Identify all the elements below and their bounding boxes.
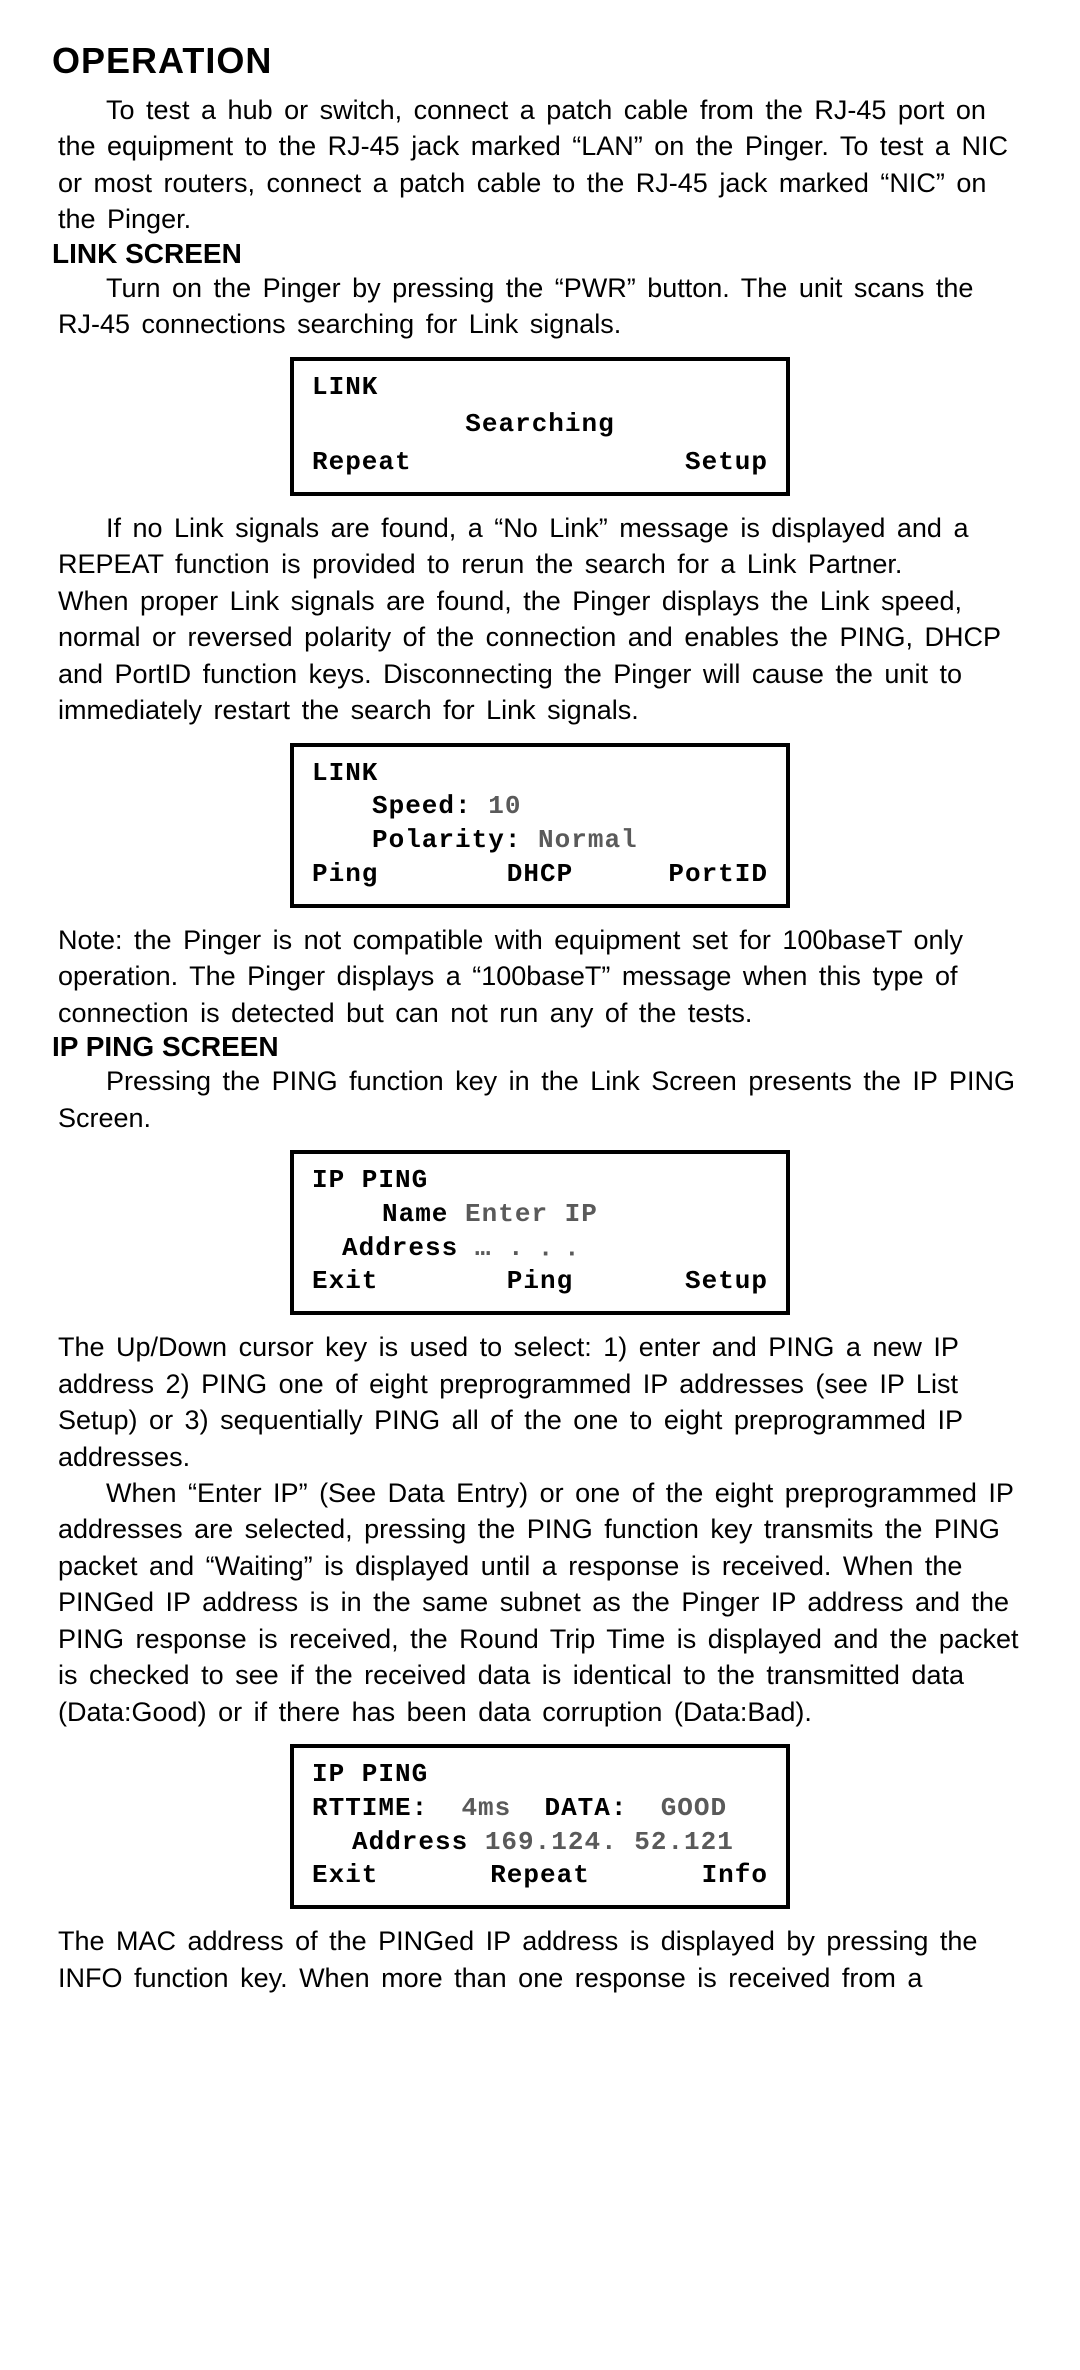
speed-value: 10	[488, 791, 521, 821]
ip-ping-entry-screen: IP PING Name Enter IP Address … . ․ ․ Ex…	[290, 1150, 790, 1315]
link-status-screen: LINK Speed: 10 Polarity: Normal Ping DHC…	[290, 743, 790, 908]
screen-title: IP PING	[312, 1758, 768, 1792]
dhcp-softkey[interactable]: DHCP	[464, 858, 616, 892]
setup-softkey[interactable]: Setup	[616, 1265, 768, 1299]
link-found-text: When proper Link signals are found, the …	[58, 583, 1022, 729]
screen-title: IP PING	[312, 1164, 768, 1198]
cursor-key-text: The Up/Down cursor key is used to select…	[58, 1329, 1022, 1475]
ping-softkey[interactable]: Ping	[464, 1265, 616, 1299]
link-screen-text: Turn on the Pinger by pressing the “PWR”…	[58, 270, 1022, 343]
enter-ip-text: When “Enter IP” (See Data Entry) or one …	[58, 1475, 1022, 1730]
link-screen-heading: LINK SCREEN	[52, 238, 1022, 270]
link-searching-screen: LINK Searching Repeat Setup	[290, 357, 790, 496]
no-link-text: If no Link signals are found, a “No Link…	[58, 510, 1022, 583]
data-value: GOOD	[661, 1793, 727, 1823]
ip-ping-result-screen: IP PING RTTIME: 4ms DATA: GOOD Address 1…	[290, 1744, 790, 1909]
ip-ping-intro: Pressing the PING function key in the Li…	[58, 1063, 1022, 1136]
screen-title: LINK	[312, 757, 768, 791]
name-value: Enter IP	[465, 1199, 598, 1229]
address-label: Address	[352, 1827, 468, 1857]
name-label: Name	[382, 1199, 448, 1229]
address-label: Address	[342, 1233, 458, 1263]
address-value: … . ․ ․	[475, 1233, 577, 1263]
exit-softkey[interactable]: Exit	[312, 1265, 464, 1299]
operation-intro: To test a hub or switch, connect a patch…	[58, 92, 1022, 238]
info-softkey[interactable]: Info	[616, 1859, 768, 1893]
screen-title: LINK	[312, 371, 768, 405]
ip-ping-heading: IP PING SCREEN	[52, 1031, 1022, 1063]
note-text: Note: the Pinger is not compatible with …	[58, 922, 1022, 1031]
searching-label: Searching	[312, 408, 768, 442]
polarity-value: Normal	[538, 825, 638, 855]
portid-softkey[interactable]: PortID	[616, 858, 768, 892]
speed-label: Speed:	[372, 791, 472, 821]
mac-address-text: The MAC address of the PINGed IP address…	[58, 1923, 1022, 1996]
rttime-label: RTTIME:	[312, 1793, 428, 1823]
exit-softkey[interactable]: Exit	[312, 1859, 464, 1893]
polarity-label: Polarity:	[372, 825, 521, 855]
address-value: 169.124. 52.121	[485, 1827, 734, 1857]
page-title: OPERATION	[52, 40, 1022, 82]
setup-softkey[interactable]: Setup	[685, 446, 768, 480]
repeat-softkey[interactable]: Repeat	[464, 1859, 616, 1893]
rttime-value: 4ms	[461, 1793, 511, 1823]
data-label: DATA:	[544, 1793, 627, 1823]
ping-softkey[interactable]: Ping	[312, 858, 464, 892]
repeat-softkey[interactable]: Repeat	[312, 446, 412, 480]
